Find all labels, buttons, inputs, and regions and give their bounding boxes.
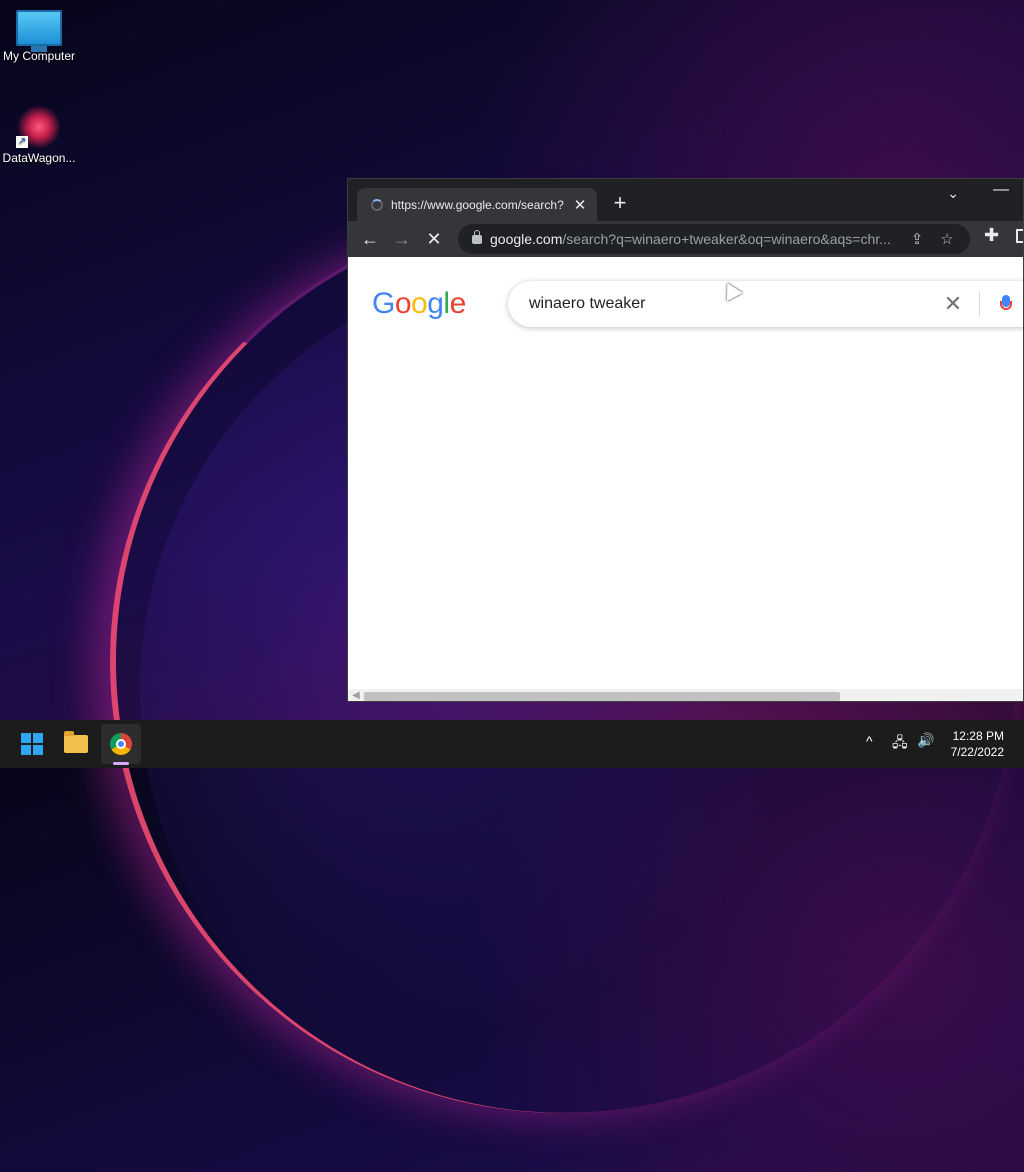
lock-icon <box>472 229 482 244</box>
desktop-icon-label: DataWagon... <box>2 151 76 165</box>
file-explorer-icon <box>64 731 88 753</box>
file-explorer-button[interactable] <box>56 724 96 764</box>
tab-search-chevron-icon[interactable]: ⌄ <box>947 185 959 202</box>
logo-letter: o <box>394 287 412 320</box>
back-button[interactable]: ← <box>354 225 386 253</box>
clock[interactable]: 12:28 PM 7/22/2022 <box>951 728 1004 760</box>
search-divider <box>979 291 980 317</box>
horizontal-scrollbar[interactable]: ◀ <box>348 689 1023 701</box>
browser-tab[interactable]: https://www.google.com/search? ✕ <box>357 188 597 221</box>
logo-letter: o <box>411 287 428 320</box>
logo-letter: g <box>427 287 444 320</box>
minimize-button[interactable]: — <box>993 181 1009 199</box>
desktop-icon-my-computer[interactable]: My Computer <box>0 10 81 63</box>
address-bar[interactable]: google.com/search?q=winaero+tweaker&oq=w… <box>458 224 970 254</box>
google-logo[interactable]: Google <box>372 287 466 321</box>
bookmark-star-icon[interactable]: ☆ <box>932 230 962 248</box>
browser-toolbar: ← → ✕ google.com/search?q=winaero+tweake… <box>348 221 1023 257</box>
voice-search-mic-icon[interactable] <box>1000 295 1012 313</box>
taskbar: ^ 🖧 🔊 12:28 PM 7/22/2022 <box>0 720 1024 768</box>
clock-time: 12:28 PM <box>952 729 1004 743</box>
chrome-icon <box>110 733 132 755</box>
monitor-icon <box>16 10 62 52</box>
tab-close-icon[interactable]: ✕ <box>569 196 591 214</box>
shortcut-arrow-icon: ↗ <box>16 136 28 148</box>
share-icon[interactable]: ⇪ <box>902 230 932 248</box>
stop-loading-button[interactable]: ✕ <box>418 225 450 253</box>
loading-spinner-icon <box>371 198 383 211</box>
clear-search-icon[interactable]: ✕ <box>935 291 971 317</box>
logo-letter: e <box>449 287 467 320</box>
active-app-indicator <box>113 762 129 765</box>
page-content: Google winaero tweaker ✕ ⌕ ◀ <box>348 257 1023 701</box>
desktop-icon-datawagon[interactable]: ↗ DataWagon... <box>0 106 81 165</box>
title-bar: https://www.google.com/search? ✕ + ⌄ — <box>348 179 1023 221</box>
url-domain: google.com <box>490 231 563 247</box>
start-button[interactable] <box>12 724 52 764</box>
chrome-window: https://www.google.com/search? ✕ + ⌄ — ←… <box>347 178 1024 702</box>
search-box[interactable]: winaero tweaker ✕ ⌕ <box>508 281 1023 327</box>
clock-date: 7/22/2022 <box>950 745 1004 759</box>
network-icon[interactable]: 🖧 <box>892 732 908 756</box>
volume-icon[interactable]: 🔊 <box>917 732 934 749</box>
new-tab-button[interactable]: + <box>608 191 632 215</box>
scroll-left-arrow-icon[interactable]: ◀ <box>352 690 360 701</box>
tray-overflow-chevron-icon[interactable]: ^ <box>866 733 873 749</box>
side-panel-icon[interactable] <box>1016 229 1023 243</box>
chrome-taskbar-button[interactable] <box>101 724 141 764</box>
forward-button[interactable]: → <box>386 225 418 253</box>
scrollbar-thumb[interactable] <box>364 692 840 701</box>
url-path: /search?q=winaero+tweaker&oq=winaero&aqs… <box>562 231 891 247</box>
tab-title: https://www.google.com/search? <box>391 197 564 212</box>
address-url: google.com/search?q=winaero+tweaker&oq=w… <box>490 231 902 247</box>
start-icon <box>21 733 43 755</box>
datawagon-icon: ↗ <box>16 106 62 148</box>
extensions-puzzle-icon[interactable]: ✚ <box>984 225 999 246</box>
logo-letter: G <box>372 287 395 320</box>
